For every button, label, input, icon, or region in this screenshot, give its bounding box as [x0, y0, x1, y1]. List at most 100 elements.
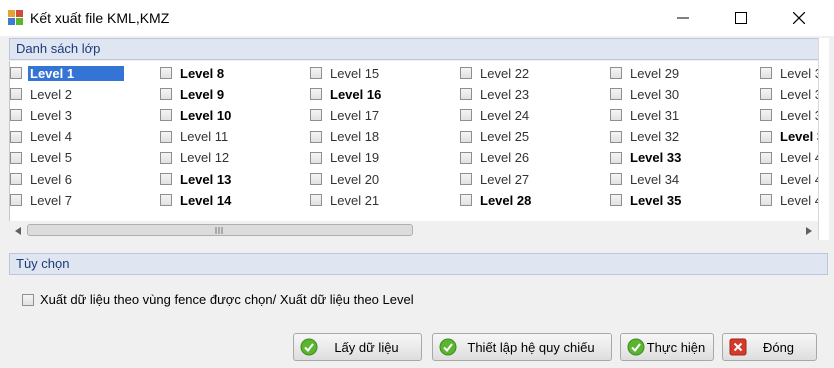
checkbox-box[interactable]	[10, 67, 22, 79]
checkbox-box[interactable]	[310, 109, 322, 122]
checkbox-box[interactable]	[610, 173, 622, 185]
level-checkbox-item[interactable]: Level 27	[460, 169, 529, 189]
checkbox-box[interactable]	[10, 151, 22, 164]
level-checkbox-item[interactable]: Level 36	[760, 63, 818, 83]
checkbox-box[interactable]	[160, 130, 172, 143]
level-checkbox-item[interactable]: Level 39	[760, 127, 818, 147]
checkbox-box[interactable]	[610, 194, 622, 207]
level-checkbox-item[interactable]: Level 18	[310, 127, 379, 147]
maximize-button[interactable]	[718, 0, 764, 36]
checkbox-box[interactable]	[10, 130, 22, 143]
level-checkbox-item[interactable]: Level 30	[610, 84, 679, 104]
level-checkbox-item[interactable]: Level 16	[310, 84, 381, 104]
level-checkbox-item[interactable]: Level 5	[10, 148, 72, 168]
checkbox-box[interactable]	[160, 88, 172, 101]
checkbox-box[interactable]	[610, 151, 622, 164]
level-checkbox-item[interactable]: Level 23	[460, 84, 529, 104]
checkbox-box[interactable]	[610, 130, 622, 143]
checkbox-box[interactable]	[460, 67, 472, 79]
checkbox-box[interactable]	[610, 88, 622, 101]
checkbox-box[interactable]	[160, 67, 172, 79]
checkbox-box[interactable]	[160, 109, 172, 122]
scroll-right-arrow[interactable]	[800, 222, 817, 239]
checkbox-box[interactable]	[760, 151, 772, 164]
level-checkbox-item[interactable]: Level 7	[10, 190, 72, 210]
scroll-thumb[interactable]	[27, 224, 413, 236]
level-checkbox-item[interactable]: Level 15	[310, 63, 379, 83]
checkbox-box[interactable]	[310, 194, 322, 207]
checkbox-box[interactable]	[460, 88, 472, 101]
level-checkbox-item[interactable]: Level 32	[610, 127, 679, 147]
level-checkbox-item[interactable]: Level 9	[160, 84, 224, 104]
level-checkbox-item[interactable]: Level 21	[310, 190, 379, 210]
level-checkbox-item[interactable]: Level 38	[760, 105, 818, 125]
checkbox-box[interactable]	[460, 173, 472, 185]
checkbox-box[interactable]	[22, 293, 34, 306]
level-checkbox-item[interactable]: Level 17	[310, 105, 379, 125]
scroll-left-arrow[interactable]	[9, 222, 26, 239]
vertical-scroll-track[interactable]	[818, 38, 829, 240]
close-window-button[interactable]	[776, 0, 822, 36]
checkbox-box[interactable]	[760, 173, 772, 185]
level-checkbox-item[interactable]: Level 6	[10, 169, 72, 189]
level-checkbox-item[interactable]: Level 35	[610, 190, 681, 210]
level-checkbox-item[interactable]: Level 8	[160, 63, 224, 83]
checkbox-box[interactable]	[460, 130, 472, 143]
level-checkbox-item[interactable]: Level 3	[10, 105, 72, 125]
checkbox-box[interactable]	[160, 151, 172, 164]
level-checkbox-item[interactable]: Level 31	[610, 105, 679, 125]
checkbox-box[interactable]	[10, 173, 22, 185]
level-checkbox-item[interactable]: Level 22	[460, 63, 529, 83]
level-checkbox-item[interactable]: Level 4	[10, 127, 72, 147]
checkbox-box[interactable]	[10, 109, 22, 122]
level-checkbox-item[interactable]: Level 1	[10, 63, 125, 83]
level-checkbox-item[interactable]: Level 37	[760, 84, 818, 104]
checkbox-box[interactable]	[460, 151, 472, 164]
checkbox-box[interactable]	[760, 109, 772, 122]
checkbox-box[interactable]	[760, 194, 772, 207]
checkbox-box[interactable]	[610, 109, 622, 122]
execute-button[interactable]: Thực hiện	[620, 333, 714, 361]
level-checkbox-item[interactable]: Level 13	[160, 169, 231, 189]
checkbox-box[interactable]	[760, 88, 772, 101]
level-checkbox-item[interactable]: Level 19	[310, 148, 379, 168]
level-checkbox-item[interactable]: Level 20	[310, 169, 379, 189]
level-checkbox-item[interactable]: Level 41	[760, 169, 818, 189]
minimize-button[interactable]	[660, 0, 706, 36]
checkbox-box[interactable]	[310, 173, 322, 185]
checkbox-box[interactable]	[460, 194, 472, 207]
level-checkbox-item[interactable]: Level 29	[610, 63, 679, 83]
checkbox-box[interactable]	[160, 194, 172, 207]
level-checkbox-item[interactable]: Level 26	[460, 148, 529, 168]
checkbox-box[interactable]	[310, 88, 322, 101]
checkbox-box[interactable]	[310, 67, 322, 79]
level-checkbox-item[interactable]: Level 11	[160, 127, 228, 147]
fence-option-checkbox[interactable]: Xuất dữ liệu theo vùng fence được chọn/ …	[22, 292, 414, 307]
checkbox-box[interactable]	[160, 173, 172, 185]
checkbox-box[interactable]	[10, 88, 22, 101]
level-checkbox-item[interactable]: Level 10	[160, 105, 231, 125]
checkbox-box[interactable]	[760, 130, 772, 143]
level-checkbox-item[interactable]: Level 34	[610, 169, 679, 189]
level-checkbox-item[interactable]: Level 28	[460, 190, 531, 210]
level-label: Level 21	[330, 192, 380, 208]
level-checkbox-item[interactable]: Level 12	[160, 148, 229, 168]
setup-reference-button[interactable]: Thiết lập hệ quy chiếu	[432, 333, 612, 361]
level-checkbox-item[interactable]: Level 2	[10, 84, 72, 104]
level-checkbox-item[interactable]: Level 24	[460, 105, 529, 125]
level-checkbox-item[interactable]: Level 14	[160, 190, 231, 210]
checkbox-box[interactable]	[760, 67, 772, 79]
get-data-button[interactable]: Lấy dữ liệu	[293, 333, 422, 361]
checkbox-box[interactable]	[310, 151, 322, 164]
level-checkbox-item[interactable]: Level 42	[760, 190, 818, 210]
checkbox-box[interactable]	[610, 67, 622, 79]
checkbox-box[interactable]	[10, 194, 22, 207]
horizontal-scrollbar[interactable]	[9, 222, 817, 239]
level-label: Level 24	[480, 107, 530, 123]
level-checkbox-item[interactable]: Level 33	[610, 148, 681, 168]
checkbox-box[interactable]	[460, 109, 472, 122]
checkbox-box[interactable]	[310, 130, 322, 143]
level-checkbox-item[interactable]: Level 25	[460, 127, 529, 147]
level-checkbox-item[interactable]: Level 40	[760, 148, 818, 168]
close-button[interactable]: Đóng	[722, 333, 817, 361]
